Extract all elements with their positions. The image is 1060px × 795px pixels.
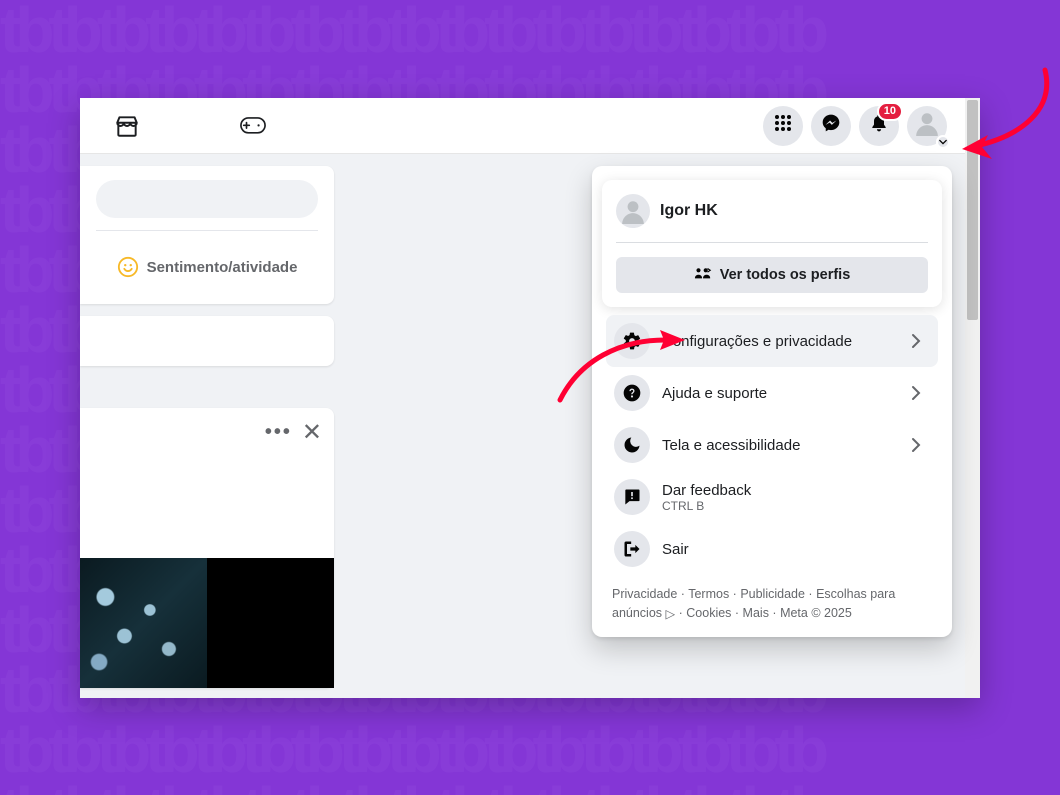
chevron-right-icon: [902, 385, 930, 401]
chevron-right-icon: [902, 333, 930, 349]
chevron-down-icon: [936, 135, 950, 149]
people-switch-icon: [694, 266, 712, 284]
dropdown-footer: Privacidade · Termos · Publicidade · Esc…: [602, 579, 942, 625]
avatar-icon: [616, 194, 650, 228]
help-icon: [614, 375, 650, 411]
notifications-button[interactable]: 10: [859, 106, 899, 146]
scrollbar-thumb[interactable]: [967, 100, 978, 320]
grid-icon: [773, 113, 793, 138]
menu-grid-button[interactable]: [763, 106, 803, 146]
video-thumb-1[interactable]: [80, 558, 207, 688]
messenger-icon: [821, 113, 841, 138]
post-close-button[interactable]: ✕: [302, 418, 322, 447]
menu-item-settings-privacy[interactable]: Configurações e privacidade: [606, 315, 938, 367]
menu-item-help-support[interactable]: Ajuda e suporte: [606, 367, 938, 419]
messenger-button[interactable]: [811, 106, 851, 146]
menu-item-label: Configurações e privacidade: [662, 333, 890, 350]
gear-icon: [614, 323, 650, 359]
scrollbar[interactable]: ▲: [965, 98, 980, 698]
see-all-profiles-label: Ver todos os perfis: [720, 267, 851, 283]
notification-badge: 10: [877, 102, 903, 121]
post-options-button[interactable]: •••: [265, 421, 292, 444]
see-all-profiles-button[interactable]: Ver todos os perfis: [616, 257, 928, 293]
marketplace-icon[interactable]: [114, 113, 140, 139]
footer-link-terms[interactable]: Termos: [688, 587, 729, 601]
feeling-activity-button[interactable]: Sentimento/atividade: [80, 230, 334, 304]
smiley-icon: [117, 256, 139, 278]
stories-card: [80, 316, 334, 366]
adchoices-icon: ▷: [666, 605, 676, 624]
video-thumb-2[interactable]: [207, 558, 334, 688]
post-media[interactable]: [80, 558, 334, 688]
composer-input[interactable]: [96, 180, 318, 218]
menu-item-label: Ajuda e suporte: [662, 385, 890, 402]
menu-item-label: Sair: [662, 541, 930, 558]
footer-meta: Meta © 2025: [780, 606, 852, 620]
footer-link-more[interactable]: Mais: [743, 606, 769, 620]
avatar-icon: [914, 110, 940, 141]
account-menu: Configurações e privacidade Ajuda e supo…: [602, 307, 942, 579]
account-dropdown: Igor HK Ver todos os perfis Configuraçõe…: [592, 166, 952, 637]
menu-item-logout[interactable]: Sair: [606, 523, 938, 575]
account-menu-button[interactable]: [907, 106, 947, 146]
chevron-right-icon: [902, 437, 930, 453]
app-window: ▲: [80, 98, 980, 698]
top-navbar: 10: [80, 98, 965, 154]
feed-post: ••• ✕: [80, 408, 334, 688]
logout-icon: [614, 531, 650, 567]
divider: [616, 242, 928, 243]
profile-name: Igor HK: [660, 202, 718, 220]
footer-link-ads[interactable]: Publicidade: [740, 587, 805, 601]
menu-item-label: Dar feedback: [662, 482, 930, 499]
profile-card: Igor HK Ver todos os perfis: [602, 180, 942, 307]
menu-item-feedback[interactable]: Dar feedback CTRL B: [606, 471, 938, 523]
menu-item-label: Tela e acessibilidade: [662, 437, 890, 454]
composer-card: Sentimento/atividade: [80, 166, 334, 304]
gaming-icon[interactable]: [240, 113, 266, 139]
menu-item-display-accessibility[interactable]: Tela e acessibilidade: [606, 419, 938, 471]
profile-link[interactable]: Igor HK: [616, 194, 928, 228]
menu-item-shortcut: CTRL B: [662, 499, 930, 513]
feeling-activity-label: Sentimento/atividade: [147, 259, 298, 276]
feedback-icon: [614, 479, 650, 515]
footer-link-privacy[interactable]: Privacidade: [612, 587, 677, 601]
moon-icon: [614, 427, 650, 463]
footer-link-cookies[interactable]: Cookies: [686, 606, 731, 620]
